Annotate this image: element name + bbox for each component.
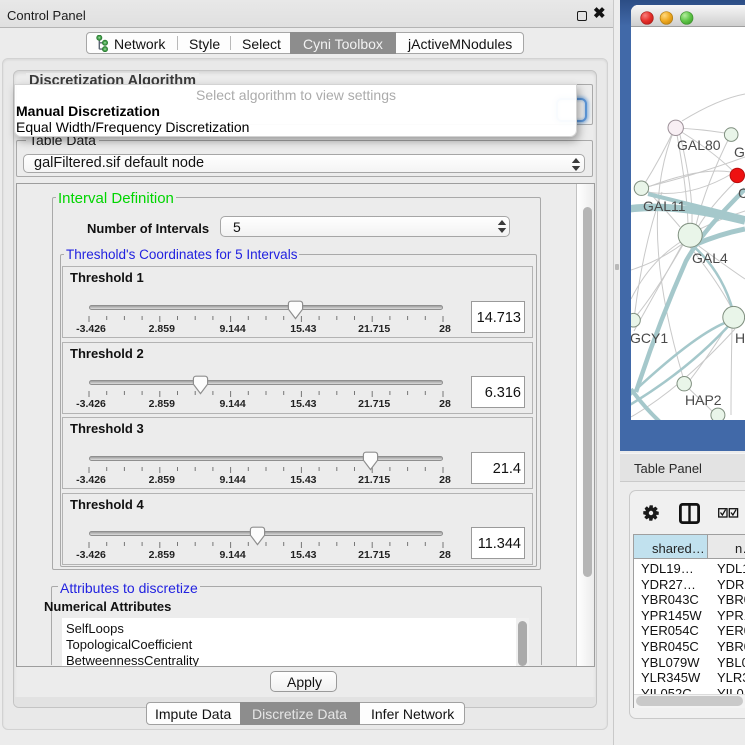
- svg-text:GAL11: GAL11: [643, 198, 686, 214]
- svg-text:GAL80: GAL80: [677, 137, 721, 153]
- svg-text:GCY1: GCY1: [631, 330, 668, 346]
- svg-text:GAL4: GAL4: [692, 250, 728, 266]
- svg-text:G…: G…: [734, 144, 745, 160]
- svg-text:HAP2: HAP2: [685, 392, 722, 408]
- svg-text:H: H: [735, 330, 745, 346]
- svg-text:C: C: [738, 185, 745, 201]
